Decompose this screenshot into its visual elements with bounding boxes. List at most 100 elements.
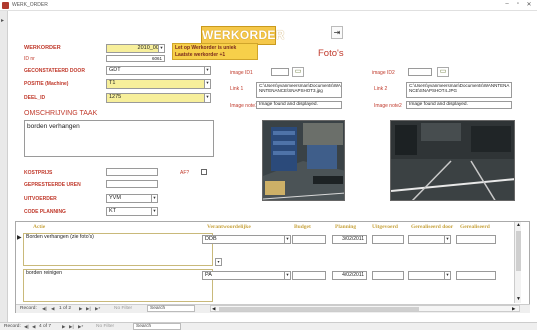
link1-field[interactable]: C:\Users\yvanmeersman\Documents\WANNTENA… <box>256 82 342 98</box>
browse-image1-icon[interactable]: ▭ <box>292 67 304 77</box>
row1-uitgevoerd-field[interactable] <box>372 235 404 244</box>
idnr-label: ID nr <box>24 56 35 62</box>
link1-label: Link 1 <box>230 86 244 92</box>
kostprijs-field[interactable] <box>106 168 158 176</box>
positie-label: POSITIE (Machine) <box>24 81 69 87</box>
warning-line1: Let op Werkorder is uniek <box>175 45 237 51</box>
access-app-icon <box>2 2 9 9</box>
scroll-down-icon[interactable]: ▼ <box>516 296 521 302</box>
row2-planning-field[interactable]: 4/02/2011 <box>332 271 367 280</box>
werkorder-label: WERKORDER <box>24 45 61 51</box>
deel-dropdown-icon[interactable]: ▼ <box>204 93 211 103</box>
col-verantwoordelijke: Verantwoordelijke <box>207 224 251 230</box>
deel-label: DEEL_ID <box>24 95 46 101</box>
row2-verantwoordelijke-field[interactable]: PA <box>202 271 290 280</box>
main-no-filter[interactable]: No Filter <box>96 324 114 329</box>
row1-budget-field[interactable] <box>292 235 326 244</box>
note2-label: Image note2 <box>374 103 402 109</box>
col-gerealiseerd: Gerealiseerd <box>460 224 490 230</box>
image2-field[interactable] <box>408 68 432 76</box>
gepresteerde-label: GEPRESTEERDE UREN <box>24 182 81 188</box>
subform-prev-record-icon[interactable]: ◀ <box>51 306 54 312</box>
row2-verantwoordelijke-dropdown-icon[interactable]: ▼ <box>284 271 291 280</box>
main-prev-record-icon[interactable]: ◀ <box>32 324 35 330</box>
werkorder-field[interactable]: 2010_005 <box>106 44 165 53</box>
row2-gerealiseerd-field[interactable] <box>456 271 496 280</box>
werkorder-dropdown-icon[interactable]: ▼ <box>158 44 165 53</box>
afp-label: AF? <box>180 170 190 176</box>
scroll-right-icon[interactable]: ▶ <box>512 306 515 312</box>
record-selector-bar[interactable]: ▸ <box>0 11 8 322</box>
row1-verantwoordelijke-dropdown-icon[interactable]: ▼ <box>284 235 291 244</box>
warning-line2: Laatste werkorder +1 <box>175 52 226 58</box>
fotos-title: Foto's <box>318 48 344 59</box>
minimize-button[interactable]: – <box>502 1 512 7</box>
positie-dropdown-icon[interactable]: ▼ <box>204 79 211 89</box>
row1-gerealiseerd-door-dropdown-icon[interactable]: ▼ <box>444 235 451 244</box>
gecontstateerd-field[interactable]: GDT <box>106 66 211 75</box>
acties-subform: Actie Verantwoordelijke Budget Planning … <box>15 221 530 313</box>
subform-new-record-icon[interactable]: ▶* <box>95 306 100 312</box>
gecontstateerd-label: GECONSTATEERD DOOR <box>24 68 85 74</box>
col-gerealiseerd-door: Gerealiseerd door <box>411 224 454 230</box>
main-new-record-icon[interactable]: ▶* <box>78 324 83 330</box>
subform-horizontal-scrollbar[interactable]: ◀ ▶ <box>210 305 520 312</box>
row2-budget-field[interactable] <box>292 271 326 280</box>
link2-label: Link 2 <box>374 86 388 92</box>
col-actie: Actie <box>33 224 46 230</box>
close-button[interactable]: ✕ <box>524 1 534 8</box>
link2-field[interactable]: C:\Users\yvanmeersman\Documents\WANNTENA… <box>406 82 512 98</box>
row2-uitgevoerd-field[interactable] <box>372 271 404 280</box>
af-checkbox[interactable] <box>201 169 207 175</box>
codeplanning-dropdown-icon[interactable]: ▼ <box>151 207 158 216</box>
photo-1 <box>262 120 345 201</box>
idnr-field[interactable]: 6061 <box>106 55 165 62</box>
subform-search-input[interactable]: Search <box>147 305 195 312</box>
browse-image2-icon[interactable]: ▭ <box>437 67 449 77</box>
subform-first-record-icon[interactable]: ◀| <box>42 306 47 312</box>
image1-field[interactable] <box>271 68 289 76</box>
photo-2 <box>390 120 515 201</box>
codeplanning-label: CODE PLANNING <box>24 209 66 215</box>
row1-actie-scroll-icon[interactable]: ▾ <box>215 258 222 266</box>
positie-field[interactable]: T1 <box>106 79 211 89</box>
subform-record-position[interactable]: 1 of 2 <box>59 306 71 311</box>
note2-field[interactable]: Image found and displayed. <box>406 101 512 109</box>
subform-next-record-icon[interactable]: ▶ <box>79 306 82 312</box>
note1-field[interactable]: Image found and displayed. <box>256 101 342 109</box>
subform-last-record-icon[interactable]: ▶| <box>86 306 91 312</box>
deel-field[interactable]: 1275 <box>106 93 211 103</box>
scroll-thumb[interactable] <box>516 231 521 271</box>
subform-no-filter[interactable]: No Filter <box>114 306 132 311</box>
uitvoerder-label: UITVOERDER <box>24 196 57 202</box>
gecontstateerd-dropdown-icon[interactable]: ▼ <box>204 66 211 75</box>
main-next-record-icon[interactable]: ▶ <box>62 324 65 330</box>
row1-planning-field[interactable]: 3/02/2011 <box>332 235 367 244</box>
main-search-input[interactable]: Search <box>133 323 181 330</box>
subform-record-label: Record: <box>20 306 37 311</box>
col-planning: Planning <box>335 224 357 230</box>
subform-vertical-scrollbar[interactable]: ▲ ▼ <box>514 222 521 303</box>
row1-selector-icon[interactable]: ▶ <box>17 234 22 241</box>
main-last-record-icon[interactable]: ▶| <box>69 324 74 330</box>
table-row[interactable]: Borden verhangen (zie foto's) <box>23 233 213 266</box>
exit-door-icon[interactable]: ⇥ <box>331 26 343 39</box>
col-budget: Budget <box>294 224 311 230</box>
image2-label: image ID2 <box>372 70 395 76</box>
row1-gerealiseerd-field[interactable] <box>456 235 496 244</box>
omschrijving-field[interactable]: borden verhangen <box>24 120 214 157</box>
hscroll-thumb[interactable] <box>219 307 419 311</box>
table-row[interactable]: borden reinigen <box>23 269 213 302</box>
col-uitgevoerd: Uitgevoerd <box>372 224 398 230</box>
maximize-button[interactable]: ▫ <box>513 1 523 7</box>
main-first-record-icon[interactable]: ◀| <box>24 324 29 330</box>
unique-warning-box: Let op Werkorder is uniek Laatste werkor… <box>172 43 258 60</box>
row1-verantwoordelijke-field[interactable]: DDB <box>202 235 290 244</box>
scroll-up-icon[interactable]: ▲ <box>516 222 521 228</box>
image1-label: image ID1 <box>230 70 253 76</box>
scroll-left-icon[interactable]: ◀ <box>212 306 215 312</box>
row2-gerealiseerd-door-dropdown-icon[interactable]: ▼ <box>444 271 451 280</box>
uitvoerder-dropdown-icon[interactable]: ▼ <box>151 194 158 203</box>
main-record-position[interactable]: 4 of 7 <box>39 324 51 329</box>
gepresteerde-field[interactable] <box>106 180 158 188</box>
